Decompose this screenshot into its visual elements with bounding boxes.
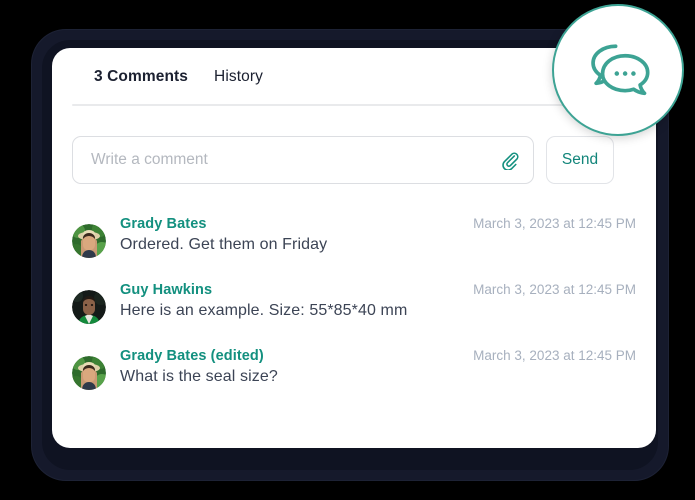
comment-body: Grady Bates March 3, 2023 at 12:45 PM Or… bbox=[106, 216, 636, 254]
avatar bbox=[72, 356, 106, 390]
comment-body: Guy Hawkins March 3, 2023 at 12:45 PM He… bbox=[106, 282, 636, 320]
comment-composer: Send bbox=[72, 136, 614, 184]
chat-badge[interactable] bbox=[552, 4, 684, 136]
comment-input[interactable] bbox=[73, 137, 533, 183]
tab-history[interactable]: History bbox=[214, 68, 263, 90]
avatar bbox=[72, 290, 106, 324]
send-button[interactable]: Send bbox=[546, 136, 614, 184]
paperclip-icon[interactable] bbox=[497, 147, 523, 173]
comment-text: Here is an example. Size: 55*85*40 mm bbox=[120, 302, 408, 319]
comment-input-wrapper[interactable] bbox=[72, 136, 534, 184]
screenshot-stage: 3 Comments History Send bbox=[0, 0, 695, 500]
comment-item: Grady Bates March 3, 2023 at 12:45 PM Or… bbox=[72, 216, 636, 258]
comment-list: Grady Bates March 3, 2023 at 12:45 PM Or… bbox=[72, 216, 636, 414]
chat-bubbles-icon bbox=[591, 44, 650, 96]
comment-header: Guy Hawkins March 3, 2023 at 12:45 PM bbox=[120, 282, 636, 298]
comment-author[interactable]: Grady Bates (edited) bbox=[120, 348, 264, 364]
comment-header: Grady Bates March 3, 2023 at 12:45 PM bbox=[120, 216, 636, 232]
comment-timestamp: March 3, 2023 at 12:45 PM bbox=[473, 282, 636, 297]
avatar bbox=[72, 224, 106, 258]
tab-divider bbox=[72, 104, 636, 106]
comment-item: Guy Hawkins March 3, 2023 at 12:45 PM He… bbox=[72, 282, 636, 324]
tab-bar: 3 Comments History bbox=[94, 68, 263, 90]
comment-item: Grady Bates (edited) March 3, 2023 at 12… bbox=[72, 348, 636, 390]
comment-author[interactable]: Grady Bates bbox=[120, 216, 207, 232]
tab-comments[interactable]: 3 Comments bbox=[94, 68, 188, 90]
comment-timestamp: March 3, 2023 at 12:45 PM bbox=[473, 216, 636, 231]
comment-text: What is the seal size? bbox=[120, 368, 278, 385]
comment-header: Grady Bates (edited) March 3, 2023 at 12… bbox=[120, 348, 636, 364]
comment-timestamp: March 3, 2023 at 12:45 PM bbox=[473, 348, 636, 363]
comment-text: Ordered. Get them on Friday bbox=[120, 236, 328, 253]
comment-body: Grady Bates (edited) March 3, 2023 at 12… bbox=[106, 348, 636, 386]
comment-author[interactable]: Guy Hawkins bbox=[120, 282, 212, 298]
